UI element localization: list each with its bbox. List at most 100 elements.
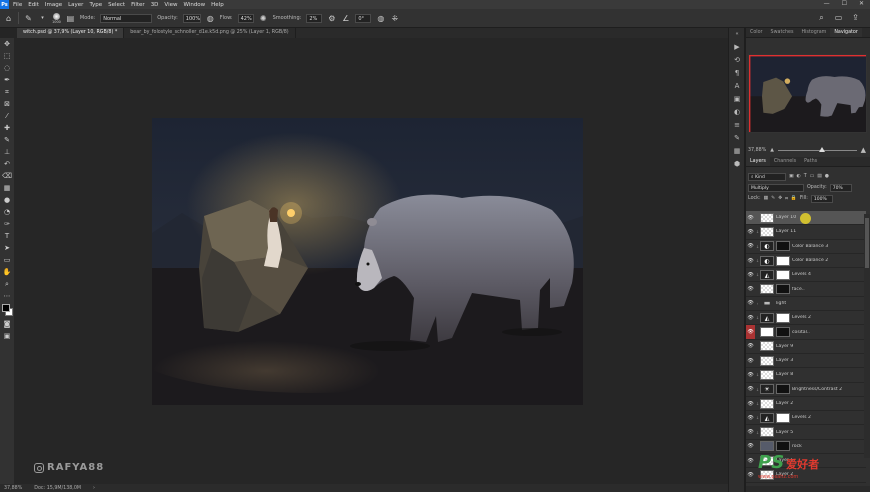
gradient-tool-icon[interactable]: ▦ <box>0 182 14 194</box>
layer-mask-thumbnail[interactable] <box>776 327 790 338</box>
workspace-icon[interactable]: ▭ <box>834 13 843 23</box>
lock-pixels-icon[interactable]: ✎ <box>771 196 775 201</box>
menu-3d[interactable]: 3D <box>151 2 159 8</box>
layer-group-row[interactable]: 👁 › ▬ light <box>746 297 866 312</box>
hand-tool-icon[interactable]: ✋ <box>0 266 14 278</box>
filter-smart-icon[interactable]: ▤ <box>817 174 822 179</box>
history-brush-tool-icon[interactable]: ↶ <box>0 158 14 170</box>
menu-view[interactable]: View <box>164 2 177 8</box>
tab-channels[interactable]: Channels <box>770 157 800 166</box>
properties-icon[interactable]: ≡ <box>729 119 745 132</box>
share-icon[interactable]: ⇪ <box>851 13 860 23</box>
filter-shape-icon[interactable]: ▭ <box>810 174 815 179</box>
lock-transparency-icon[interactable]: ▦ <box>764 196 769 201</box>
swatches-icon[interactable]: ▦ <box>729 145 745 158</box>
filter-pixel-icon[interactable]: ▣ <box>789 174 794 179</box>
eyedropper-tool-icon[interactable]: ⁄ <box>0 110 14 122</box>
layer-mask-thumbnail[interactable] <box>776 241 790 252</box>
layer-thumbnail[interactable] <box>760 369 774 380</box>
adjustments-icon[interactable]: ◐ <box>729 106 745 119</box>
type-tool-icon[interactable]: T <box>0 230 14 242</box>
character-icon[interactable]: A <box>729 80 745 93</box>
quick-select-tool-icon[interactable]: ✒ <box>0 74 14 86</box>
chevron-right-icon[interactable]: › <box>93 486 95 491</box>
symmetry-icon[interactable]: ⁜ <box>390 14 399 23</box>
airbrush-icon[interactable]: ✺ <box>259 14 268 23</box>
visibility-eye-icon[interactable]: 👁 <box>746 343 755 349</box>
search-icon[interactable]: ⌕ <box>817 13 826 23</box>
folder-icon[interactable]: ▬ <box>760 298 774 308</box>
layer-row[interactable]: 👁 Layer 10 <box>746 211 866 226</box>
mode-select[interactable]: Normal <box>100 13 153 23</box>
gear-icon[interactable]: ⚙ <box>327 14 336 23</box>
visibility-eye-icon[interactable]: 👁 <box>746 429 755 435</box>
layer-row[interactable]: 👁 ↓ Layer 2 <box>746 397 866 412</box>
layer-thumbnail[interactable] <box>760 284 774 295</box>
maximize-icon[interactable]: ☐ <box>842 0 847 7</box>
zoom-readout[interactable]: 37,88% <box>4 486 22 491</box>
layer-thumbnail[interactable] <box>760 398 774 409</box>
layer-row[interactable]: 👁 ↓ Layer 8 <box>746 368 866 383</box>
menu-type[interactable]: Type <box>89 2 102 8</box>
layer-thumbnail[interactable] <box>760 341 774 352</box>
layer-row[interactable]: 👁 ↓ ☀ Brightness/Contrast 2 <box>746 383 866 397</box>
navigator-zoom-slider[interactable] <box>778 146 857 152</box>
layer-row[interactable]: 👁 ↓ ◐ Color Balance 2 <box>746 254 866 269</box>
flow-field[interactable]: 42% <box>237 13 254 23</box>
layer-mask-thumbnail[interactable] <box>776 384 790 395</box>
path-selection-tool-icon[interactable]: ➤ <box>0 242 14 254</box>
play-icon[interactable]: ▶ <box>729 41 745 54</box>
layer-row[interactable]: 👁 ↓ Layer 11 <box>746 225 866 240</box>
slider-handle[interactable] <box>818 146 825 152</box>
eraser-tool-icon[interactable]: ⌫ <box>0 170 14 182</box>
angle-field[interactable]: 0° <box>355 13 372 23</box>
levels-adjustment-icon[interactable]: ◭ <box>760 312 774 323</box>
navigator-preview[interactable] <box>748 54 867 133</box>
brightness-adjustment-icon[interactable]: ☀ <box>760 384 774 395</box>
crop-tool-icon[interactable]: ⌗ <box>0 86 14 98</box>
visibility-eye-icon[interactable]: 👁 <box>746 415 755 421</box>
visibility-eye-icon[interactable]: 👁 <box>746 286 755 292</box>
zoom-in-icon[interactable]: ▲ <box>861 146 866 154</box>
clone-stamp-tool-icon[interactable]: ⊥ <box>0 146 14 158</box>
visibility-eye-icon[interactable]: 👁 <box>746 215 755 221</box>
angle-icon[interactable]: ∠ <box>341 14 350 23</box>
filter-adjustment-icon[interactable]: ◐ <box>797 174 801 179</box>
lock-all-icon[interactable]: 🔒 <box>791 196 797 201</box>
layer-thumbnail[interactable] <box>760 212 774 223</box>
tab-histogram[interactable]: Histogram <box>797 28 830 37</box>
layer-thumbnail[interactable] <box>760 355 774 366</box>
brush-preset-picker[interactable]: 1000 <box>52 12 61 24</box>
frame-tool-icon[interactable]: ⊠ <box>0 98 14 110</box>
menu-window[interactable]: Window <box>183 2 205 8</box>
marquee-tool-icon[interactable]: ⬚ <box>0 50 14 62</box>
brush-settings-icon[interactable]: ✎ <box>729 132 745 145</box>
document-canvas[interactable] <box>152 118 583 405</box>
layer-row[interactable]: 👁 cosital.. <box>746 325 866 340</box>
layer-row[interactable]: 👁 ↓ Layer 5 <box>746 425 866 440</box>
tab-layers[interactable]: Layers <box>746 157 770 166</box>
lock-position-icon[interactable]: ✥ <box>778 196 782 201</box>
layer-row[interactable]: 👁 Layer 9 <box>746 340 866 354</box>
navigator-zoom-value[interactable]: 37,88% <box>748 148 766 153</box>
foreground-color-swatch[interactable] <box>2 304 10 312</box>
layer-opacity-field[interactable]: 70% <box>829 183 852 192</box>
visibility-eye-icon[interactable]: 👁 <box>746 358 755 364</box>
dodge-tool-icon[interactable]: ◔ <box>0 206 14 218</box>
chevron-down-icon[interactable]: ▾ <box>38 15 47 21</box>
pen-tool-icon[interactable]: ✑ <box>0 218 14 230</box>
layer-mask-thumbnail[interactable] <box>776 412 790 423</box>
brush-tool-icon[interactable]: ✎ <box>24 14 33 23</box>
visibility-eye-icon[interactable]: 👁 <box>746 300 755 306</box>
home-icon[interactable]: ⌂ <box>4 14 13 23</box>
cube-icon[interactable]: ⬢ <box>729 158 745 171</box>
layer-mask-thumbnail[interactable] <box>776 312 790 323</box>
layer-row[interactable]: 👁 ↓ ◐ Color Balance 3 <box>746 240 866 254</box>
layer-thumbnail[interactable] <box>760 226 774 237</box>
shape-tool-icon[interactable]: ▭ <box>0 254 14 266</box>
brush-tool-icon[interactable]: ✎ <box>0 134 14 146</box>
screen-mode-icon[interactable]: ▣ <box>0 330 14 342</box>
visibility-eye-icon[interactable]: 👁 <box>746 458 755 464</box>
tab-color[interactable]: Color <box>746 28 767 37</box>
layer-row[interactable]: 👁 face.. <box>746 282 866 297</box>
